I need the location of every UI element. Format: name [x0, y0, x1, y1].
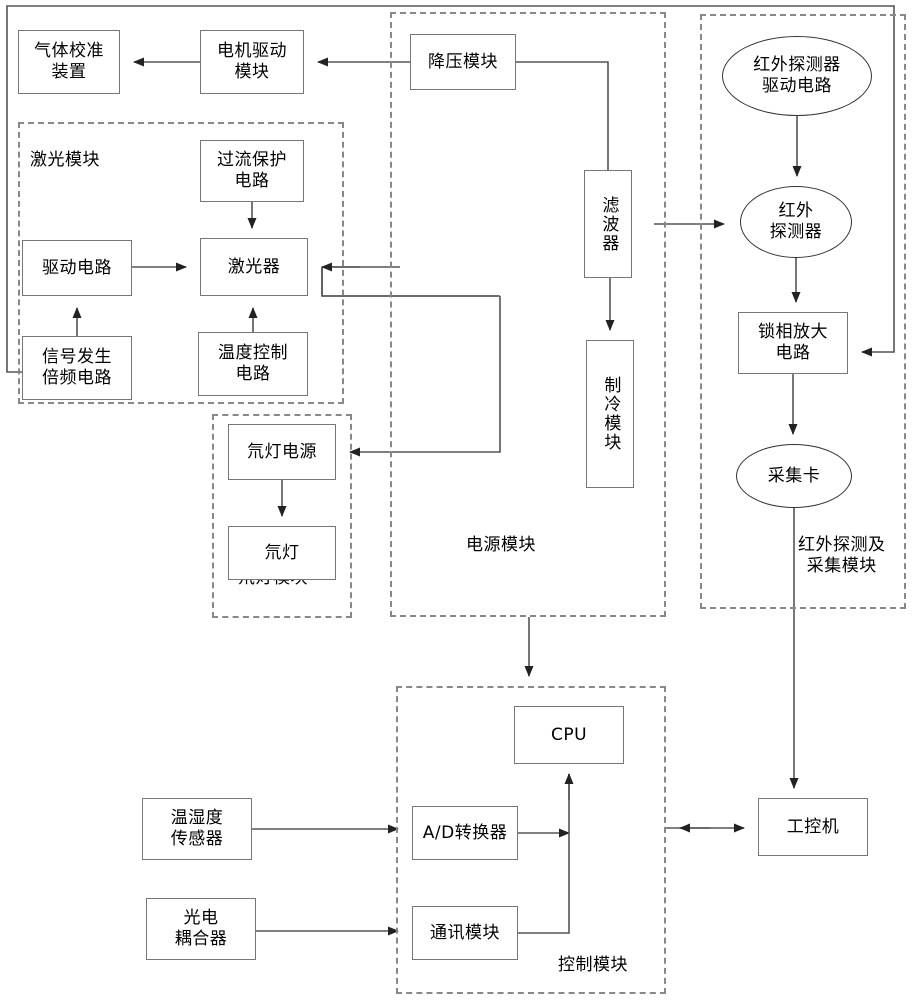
node-label-filter: 滤波器: [598, 195, 619, 253]
group-label-control_module: 控制模块: [558, 955, 628, 975]
node-label-cooling: 制冷模块: [600, 376, 621, 452]
node-driver_circuit[interactable]: 驱动电路: [22, 240, 132, 296]
node-th_sensor[interactable]: 温湿度 传感器: [142, 798, 252, 860]
group-label-ir_module: 红外探测及 采集模块: [798, 535, 886, 577]
node-label-th_sensor: 温湿度 传感器: [170, 808, 224, 849]
node-cpu[interactable]: CPU: [514, 706, 624, 764]
node-label-deut_lamp: 氘灯: [264, 542, 300, 563]
node-label-deut_power: 氘灯电源: [247, 441, 317, 462]
node-overcurrent[interactable]: 过流保护 电路: [200, 140, 304, 202]
node-filter[interactable]: 滤波器: [584, 170, 632, 278]
node-label-optocoupler: 光电 耦合器: [174, 908, 228, 949]
node-label-comm_module: 通讯模块: [430, 922, 500, 943]
node-cooling[interactable]: 制冷模块: [586, 340, 634, 488]
node-label-ir_detector: 红外 探测器: [769, 201, 823, 242]
node-label-buck_module: 降压模块: [428, 51, 498, 72]
node-label-signal_gen: 信号发生 倍频电路: [42, 347, 112, 388]
node-label-cpu: CPU: [550, 724, 588, 745]
node-gas_calib[interactable]: 气体校准 装置: [18, 30, 120, 94]
node-ipc[interactable]: 工控机: [758, 798, 868, 856]
node-deut_lamp[interactable]: 氘灯: [228, 526, 336, 580]
block-diagram-canvas: 激光模块电源模块红外探测及 采集模块氘灯模块控制模块 气体校准 装置电机驱动 模…: [0, 0, 920, 1000]
node-label-temp_ctrl: 温度控制 电路: [218, 343, 288, 384]
node-daq_card[interactable]: 采集卡: [736, 444, 852, 508]
node-ir_detector[interactable]: 红外 探测器: [740, 186, 852, 258]
node-label-adc: A/D转换器: [422, 822, 508, 843]
node-comm_module[interactable]: 通讯模块: [412, 906, 518, 960]
node-lockin_amp[interactable]: 锁相放大 电路: [738, 312, 848, 374]
node-label-lockin_amp: 锁相放大 电路: [758, 322, 828, 363]
node-label-ipc: 工控机: [786, 816, 840, 837]
node-signal_gen[interactable]: 信号发生 倍频电路: [22, 336, 132, 400]
node-buck_module[interactable]: 降压模块: [410, 34, 516, 90]
node-label-overcurrent: 过流保护 电路: [217, 150, 287, 191]
node-motor_driver[interactable]: 电机驱动 模块: [200, 30, 304, 94]
node-label-driver_circuit: 驱动电路: [42, 257, 112, 278]
node-label-ir_drv: 红外探测器 驱动电路: [753, 55, 841, 96]
group-label-power_module: 电源模块: [466, 535, 536, 555]
node-optocoupler[interactable]: 光电 耦合器: [146, 898, 256, 960]
group-label-laser_module: 激光模块: [30, 150, 100, 170]
group-power_module: [390, 12, 666, 617]
node-deut_power[interactable]: 氘灯电源: [228, 424, 336, 480]
node-ir_drv[interactable]: 红外探测器 驱动电路: [722, 36, 872, 116]
node-laser[interactable]: 激光器: [200, 238, 308, 296]
node-temp_ctrl[interactable]: 温度控制 电路: [198, 332, 308, 396]
node-label-laser: 激光器: [227, 256, 281, 277]
node-label-gas_calib: 气体校准 装置: [34, 41, 104, 82]
node-label-daq_card: 采集卡: [767, 465, 821, 486]
node-label-motor_driver: 电机驱动 模块: [217, 41, 287, 82]
node-adc[interactable]: A/D转换器: [412, 806, 518, 860]
